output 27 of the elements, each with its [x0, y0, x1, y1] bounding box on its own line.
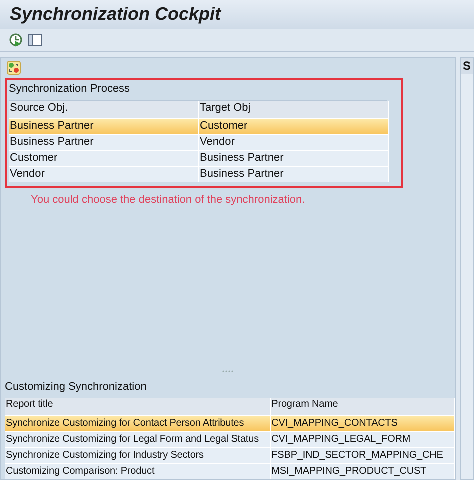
table-cell[interactable]: Synchronize Customizing for Contact Person Attributes	[5, 415, 271, 431]
table-cell[interactable]: Synchronize Customizing for Legal Form and Legal Status	[5, 431, 271, 447]
table-cell[interactable]: CVI_MAPPING_CONTACTS	[270, 415, 455, 431]
window-title: Synchronization Cockpit	[10, 4, 222, 25]
sync-icon[interactable]	[7, 61, 21, 75]
column-header[interactable]: Report title	[5, 398, 271, 415]
column-header[interactable]: Target Obj	[199, 101, 389, 118]
execute-clock-icon[interactable]	[9, 33, 23, 47]
table-cell[interactable]: Vendor	[199, 134, 389, 150]
table-cell[interactable]: Business Partner	[9, 134, 199, 150]
table-cell[interactable]: Business Partner	[199, 166, 389, 182]
table-cell[interactable]: Customizing Comparison: Product	[5, 463, 271, 479]
table-cell[interactable]: Vendor	[9, 166, 199, 182]
table-cell[interactable]: Business Partner	[9, 118, 199, 134]
column-header[interactable]: Source Obj.	[9, 101, 199, 118]
hint-text: You could choose the destination of the synchronization.	[30, 193, 306, 206]
table-cell[interactable]: Customer	[199, 118, 389, 134]
layout-icon[interactable]	[28, 34, 42, 46]
table-cell[interactable]: Customer	[9, 150, 199, 166]
table-cell[interactable]: FSBP_IND_SECTOR_MAPPING_CHE	[270, 447, 455, 463]
section-title: Customizing Synchronization	[5, 380, 148, 395]
column-header[interactable]: Program Name	[270, 398, 455, 415]
table-cell[interactable]: Business Partner	[199, 150, 389, 166]
panel-title: S	[460, 58, 473, 74]
table-cell[interactable]: CVI_MAPPING_LEGAL_FORM	[270, 431, 455, 447]
table-cell[interactable]: MSI_MAPPING_PRODUCT_CUST	[270, 463, 455, 479]
table-cell[interactable]: Synchronize Customizing for Industry Sectors	[5, 447, 271, 463]
